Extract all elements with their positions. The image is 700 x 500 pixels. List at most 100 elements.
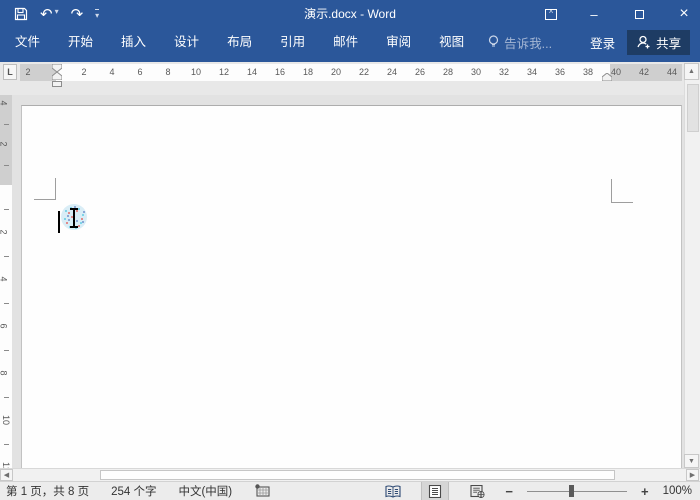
tab-home[interactable]: 开始 <box>54 28 107 56</box>
minimize-button[interactable]: – <box>586 6 602 22</box>
tab-mailings[interactable]: 邮件 <box>319 28 372 56</box>
tell-me-button[interactable]: 告诉我... <box>488 33 552 52</box>
scroll-right-button[interactable]: ▶ <box>686 469 699 481</box>
status-bar: 第 1 页，共 8 页 254 个字 中文(中国) − + 100% <box>0 481 700 500</box>
zoom-slider-thumb[interactable] <box>569 485 574 497</box>
v-ruler-tick <box>4 303 9 304</box>
h-ruler-number: 10 <box>191 67 201 77</box>
scroll-left-button[interactable]: ◀ <box>0 469 13 481</box>
ribbon-tabs: 文件开始插入设计布局引用邮件审阅视图 <box>0 28 478 56</box>
maximize-icon <box>635 10 644 19</box>
h-ruler-number: 38 <box>583 67 593 77</box>
print-layout-icon <box>428 485 442 498</box>
v-ruler-number: 6 <box>0 323 9 328</box>
horizontal-scrollbar[interactable]: ◀ ▶ <box>0 468 700 481</box>
read-mode-icon <box>385 485 401 498</box>
h-ruler-number: 30 <box>471 67 481 77</box>
window-controls: ˄ – × <box>545 0 692 28</box>
scroll-up-icon: ▲ <box>688 68 695 75</box>
h-ruler-number: 22 <box>359 67 369 77</box>
vertical-scrollbar[interactable] <box>684 80 700 454</box>
scroll-right-icon: ▶ <box>690 471 695 479</box>
margin-corner-mark-top-left <box>34 178 56 200</box>
hanging-indent-marker[interactable] <box>52 72 62 80</box>
horizontal-scrollbar-thumb[interactable] <box>100 470 615 480</box>
h-ruler-number: 14 <box>247 67 257 77</box>
window-title: 演示.docx - Word <box>304 0 396 28</box>
h-ruler-number: 40 <box>611 67 621 77</box>
redo-icon[interactable]: ↷ <box>71 7 84 22</box>
tab-insert[interactable]: 插入 <box>107 28 160 56</box>
lightbulb-icon <box>488 35 499 49</box>
ribbon-tab-bar: 文件开始插入设计布局引用邮件审阅视图 告诉我... 登录 共享 <box>0 28 700 56</box>
zoom-slider[interactable] <box>527 482 627 500</box>
h-ruler-number: 20 <box>331 67 341 77</box>
h-ruler-number: 2 <box>25 67 30 77</box>
undo-dropdown-icon[interactable]: ▾ <box>55 7 59 16</box>
word-count-status[interactable]: 254 个字 <box>111 483 156 499</box>
ribbon-display-options-icon[interactable]: ˄ <box>545 9 557 20</box>
vertical-scrollbar-thumb[interactable] <box>687 84 699 132</box>
page-number-status[interactable]: 第 1 页，共 8 页 <box>6 483 89 499</box>
margin-corner-mark-top-right <box>611 179 633 203</box>
customize-quick-access-toolbar-icon[interactable]: ▾ <box>95 9 99 20</box>
person-add-icon <box>636 35 651 50</box>
tab-view[interactable]: 视图 <box>425 28 478 56</box>
tab-file[interactable]: 文件 <box>0 28 54 56</box>
tab-layout[interactable]: 布局 <box>213 28 266 56</box>
document-area: 4224681012 <box>0 95 684 468</box>
zoom-in-button[interactable]: + <box>641 484 649 499</box>
title-and-ribbon-header: ↶ ▾ ↷ ▾ 演示.docx - Word ˄ – × 文件开始插入设计布局引… <box>0 0 700 62</box>
h-ruler-number: 18 <box>303 67 313 77</box>
ruler-band: L 22468101214161820222426283032343638404… <box>0 62 700 95</box>
h-ruler-number: 6 <box>137 67 142 77</box>
v-ruler-number: 2 <box>0 229 9 234</box>
v-ruler-number: 4 <box>0 276 9 281</box>
scroll-up-button[interactable]: ▲ <box>684 63 699 80</box>
proofing-status-icon[interactable] <box>254 484 270 498</box>
h-ruler-number: 16 <box>275 67 285 77</box>
h-ruler-number: 4 <box>109 67 114 77</box>
tell-me-label: 告诉我... <box>504 33 552 52</box>
scroll-down-icon: ▼ <box>688 458 695 465</box>
scroll-down-button[interactable]: ▼ <box>684 454 699 468</box>
read-mode-button[interactable] <box>379 482 407 500</box>
sign-in-button[interactable]: 登录 <box>590 33 615 52</box>
v-ruler-number: 10 <box>1 415 11 425</box>
undo-icon[interactable]: ↶ <box>40 7 53 22</box>
share-button[interactable]: 共享 <box>627 30 690 55</box>
v-ruler-tick <box>4 256 9 257</box>
document-page[interactable] <box>21 105 682 468</box>
h-ruler-number: 44 <box>667 67 677 77</box>
h-ruler-number: 36 <box>555 67 565 77</box>
status-left: 第 1 页，共 8 页 254 个字 中文(中国) <box>0 483 270 499</box>
print-layout-button[interactable] <box>421 482 449 500</box>
h-ruler-number: 8 <box>165 67 170 77</box>
zoom-percentage[interactable]: 100% <box>663 485 692 497</box>
quick-access-toolbar: ↶ ▾ ↷ ▾ <box>14 0 99 28</box>
zoom-out-button[interactable]: − <box>505 484 513 499</box>
v-ruler-number: 2 <box>0 141 9 146</box>
h-ruler-number: 34 <box>527 67 537 77</box>
maximize-button[interactable] <box>631 6 647 22</box>
first-line-indent-marker[interactable] <box>52 64 62 72</box>
web-layout-button[interactable] <box>463 482 491 500</box>
h-ruler-number: 24 <box>387 67 397 77</box>
share-label: 共享 <box>656 33 681 52</box>
tab-references[interactable]: 引用 <box>266 28 319 56</box>
vertical-ruler[interactable]: 4224681012 <box>0 95 12 468</box>
close-button[interactable]: × <box>676 6 692 22</box>
h-ruler-number: 32 <box>499 67 509 77</box>
tab-design[interactable]: 设计 <box>160 28 213 56</box>
h-ruler-number: 12 <box>219 67 229 77</box>
horizontal-ruler[interactable]: 2246810121416182022242628303234363840424… <box>20 64 682 81</box>
h-ruler-number: 26 <box>415 67 425 77</box>
language-status[interactable]: 中文(中国) <box>178 483 232 499</box>
h-ruler-number: 28 <box>443 67 453 77</box>
tab-stop-selector[interactable]: L <box>3 64 17 80</box>
v-ruler-tick <box>4 444 9 445</box>
left-indent-marker[interactable] <box>52 81 62 87</box>
save-icon[interactable] <box>14 7 28 21</box>
v-ruler-tick <box>4 165 9 166</box>
tab-review[interactable]: 审阅 <box>372 28 425 56</box>
